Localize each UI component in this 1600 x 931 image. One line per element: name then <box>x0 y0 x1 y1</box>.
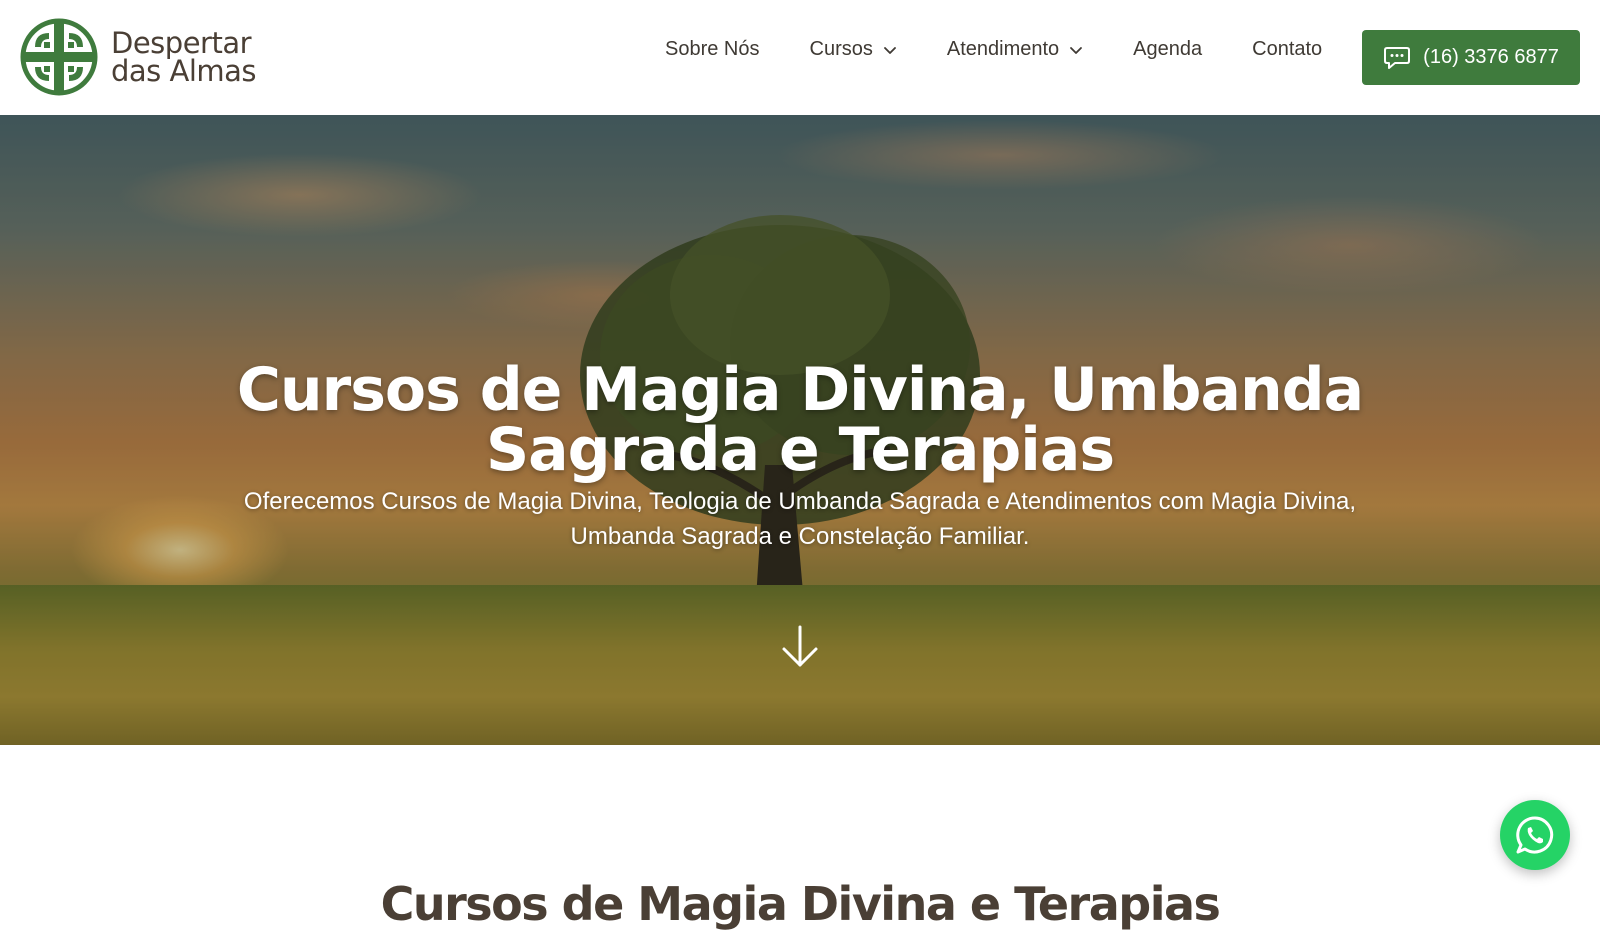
chevron-down-icon <box>1070 46 1083 54</box>
section-title: Cursos de Magia Divina e Terapias <box>380 877 1221 931</box>
site-logo[interactable]: Despertar das Almas <box>19 17 257 97</box>
phone-number: (16) 3376 6877 <box>1423 46 1559 68</box>
hero-title: Cursos de Magia Divina, Umbanda Sagrada … <box>0 360 1600 480</box>
whatsapp-icon <box>1516 816 1554 854</box>
brand-name-line1: Despertar <box>111 26 252 60</box>
phone-button[interactable]: (16) 3376 6877 <box>1362 30 1580 85</box>
nav-item-atendimento[interactable]: Atendimento <box>947 38 1083 61</box>
nav-item-cursos[interactable]: Cursos <box>810 38 897 61</box>
celtic-cross-logo-icon <box>20 18 98 96</box>
hero-subtitle-line2: Umbanda Sagrada e Constelação Familiar. <box>570 523 1030 550</box>
hero-subtitle-line1: Oferecemos Cursos de Magia Divina, Teolo… <box>243 488 1357 515</box>
nav-item-label: Sobre Nós <box>665 38 760 60</box>
nav-item-label: Cursos <box>809 38 873 60</box>
nav-item-label: Agenda <box>1133 38 1203 60</box>
nav-item-sobre-nos[interactable]: Sobre Nós <box>665 38 760 61</box>
hero-subtitle: Oferecemos Cursos de Magia Divina, Teolo… <box>200 484 1400 554</box>
chevron-down-icon <box>883 46 896 54</box>
site-header: Despertar das Almas Sobre Nós Cursos Ate… <box>0 0 1600 115</box>
hero-title-line2: Sagrada e Terapias <box>485 415 1115 486</box>
main-nav: Sobre Nós Cursos Atendimento Agenda Cont… <box>665 38 1322 61</box>
nav-item-agenda[interactable]: Agenda <box>1133 38 1202 61</box>
nav-item-contato[interactable]: Contato <box>1252 38 1322 61</box>
hero-banner: Cursos de Magia Divina, Umbanda Sagrada … <box>0 115 1600 745</box>
nav-item-label: Contato <box>1252 38 1323 60</box>
brand-name-line2: das Almas <box>111 54 257 88</box>
hero-title-line1: Cursos de Magia Divina, Umbanda <box>236 355 1364 426</box>
whatsapp-button[interactable] <box>1500 800 1570 870</box>
brand-name: Despertar das Almas <box>111 26 257 88</box>
arrow-down-icon[interactable] <box>780 625 820 669</box>
nav-item-label: Atendimento <box>946 38 1060 60</box>
chat-icon <box>1384 46 1411 69</box>
